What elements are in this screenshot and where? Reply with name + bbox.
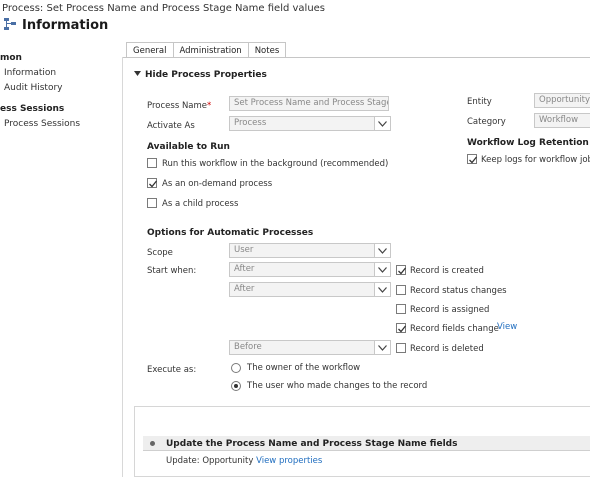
start-after-select-1[interactable]: After	[229, 262, 391, 277]
child-process-label: As a child process	[162, 199, 239, 209]
background-label: Run this workflow in the background (rec…	[162, 159, 389, 169]
page-title-row: Information	[3, 17, 108, 34]
options-heading: Options for Automatic Processes	[147, 228, 314, 238]
scope-select[interactable]: User	[229, 243, 391, 258]
background-checkbox[interactable]	[147, 158, 157, 168]
tab-divider	[122, 57, 590, 58]
process-name-input[interactable]: Set Process Name and Process Stage Na	[229, 96, 389, 111]
update-entity: Opportunity	[202, 456, 254, 466]
status-changes-label: Record status changes	[410, 286, 507, 296]
start-when-label: Start when:	[147, 266, 197, 276]
tab-notes[interactable]: Notes	[248, 42, 287, 58]
caret-down-icon	[134, 70, 141, 80]
owner-radio-label: The owner of the workflow	[247, 363, 361, 373]
keep-logs-label: Keep logs for workflow jobs	[481, 155, 590, 165]
start-before-select[interactable]: Before	[229, 340, 391, 355]
keep-logs-checkbox[interactable]	[467, 154, 478, 164]
retention-heading: Workflow Log Retention	[467, 138, 589, 148]
available-to-run-heading: Available to Run	[147, 142, 230, 152]
chevron-down-icon	[374, 263, 390, 276]
step-update-line: Update: Opportunity View properties	[166, 456, 322, 466]
content-left-border	[122, 57, 123, 477]
hide-properties-toggle[interactable]: Hide Process Properties	[134, 70, 267, 80]
record-created-checkbox[interactable]	[396, 265, 407, 275]
process-name-label: Process Name*	[147, 101, 212, 111]
record-deleted-label: Record is deleted	[410, 344, 484, 354]
category-field: Workflow	[534, 113, 590, 128]
required-mark: *	[207, 101, 212, 111]
page-title: Information	[22, 18, 109, 33]
assigned-label: Record is assigned	[410, 305, 490, 315]
fields-change-label: Record fields change	[410, 324, 499, 334]
execute-as-label: Execute as:	[147, 365, 197, 375]
nav-item-audit-history[interactable]: Audit History	[4, 83, 62, 93]
step-divider	[143, 450, 590, 451]
category-label: Category	[467, 117, 506, 127]
nav-item-information[interactable]: Information	[4, 68, 56, 78]
activate-as-select[interactable]: Process	[229, 116, 391, 131]
step-title: Update the Process Name and Process Stag…	[166, 439, 458, 449]
activate-as-label: Activate As	[147, 121, 195, 131]
view-properties-link[interactable]: View properties	[256, 456, 322, 466]
chevron-down-icon	[374, 283, 390, 296]
nav-item-process-sessions[interactable]: Process Sessions	[4, 119, 80, 129]
process-subtitle: Process: Set Process Name and Process St…	[2, 3, 326, 14]
entity-label: Entity	[467, 97, 492, 107]
on-demand-label: As an on-demand process	[162, 179, 273, 189]
status-changes-checkbox[interactable]	[396, 285, 406, 295]
user-changes-radio[interactable]	[231, 381, 241, 391]
start-after-select-2[interactable]: After	[229, 282, 391, 297]
scope-label: Scope	[147, 248, 173, 258]
user-changes-radio-label: The user who made changes to the record	[247, 381, 428, 391]
nav-group-common: mon	[0, 53, 22, 63]
owner-radio[interactable]	[231, 363, 241, 373]
record-created-label: Record is created	[410, 266, 484, 276]
record-deleted-checkbox[interactable]	[396, 343, 406, 353]
entity-field: Opportunity	[534, 93, 590, 108]
chevron-down-icon	[374, 341, 390, 354]
fields-view-link[interactable]: View	[497, 322, 517, 332]
on-demand-checkbox[interactable]	[147, 178, 158, 188]
tab-administration[interactable]: Administration	[173, 42, 249, 58]
hide-properties-label: Hide Process Properties	[145, 70, 267, 80]
fields-change-checkbox[interactable]	[396, 323, 407, 333]
workflow-icon	[3, 17, 17, 34]
update-prefix: Update:	[166, 456, 200, 466]
chevron-down-icon	[374, 244, 390, 257]
tab-general[interactable]: General	[126, 42, 174, 58]
tab-strip: General Administration Notes	[126, 42, 287, 58]
child-process-checkbox[interactable]	[147, 198, 157, 208]
assigned-checkbox[interactable]	[396, 304, 406, 314]
chevron-down-icon	[374, 117, 390, 130]
bullet-icon	[150, 441, 155, 446]
nav-group-process-sessions: ess Sessions	[0, 104, 65, 114]
